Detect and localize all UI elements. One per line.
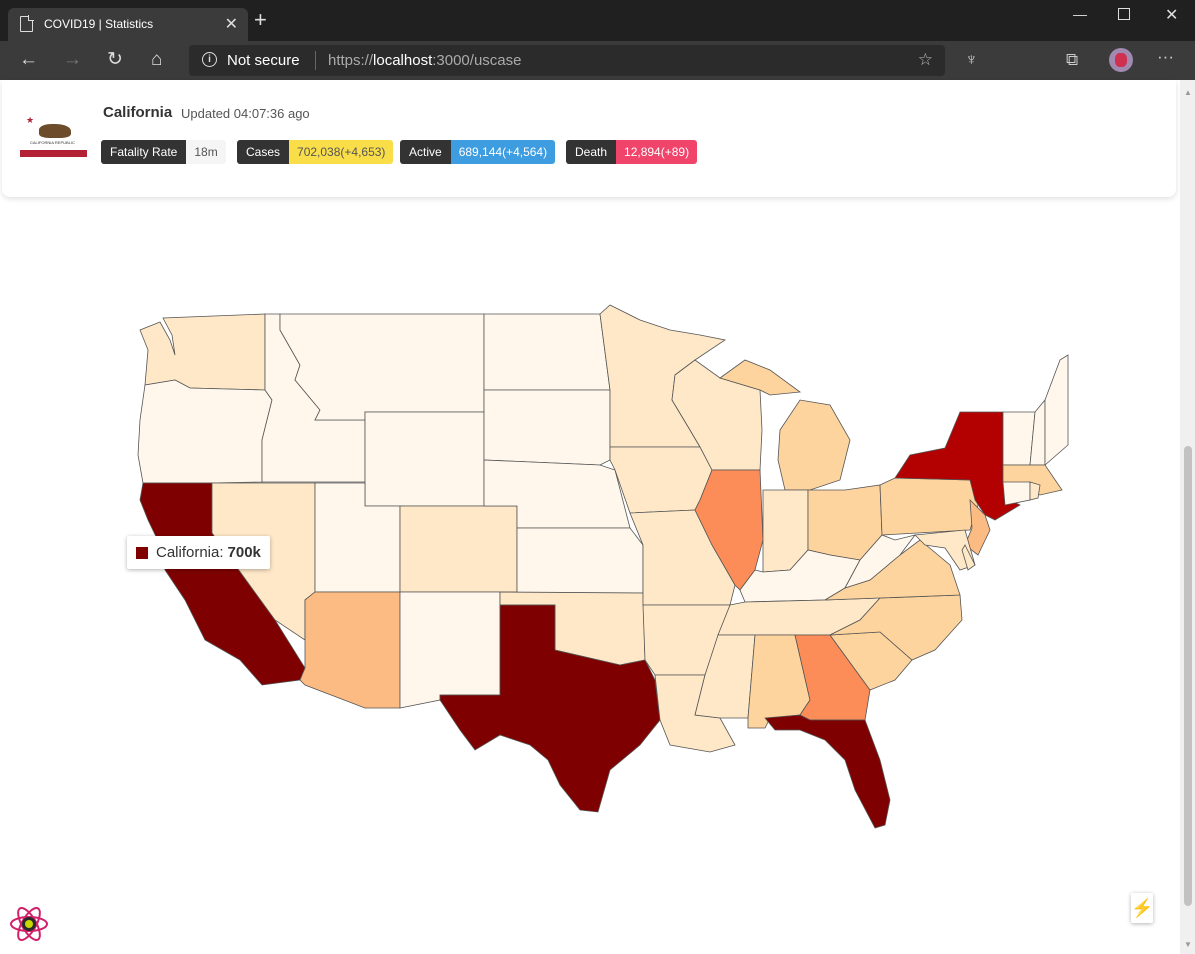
- state-RI[interactable]: [1029, 481, 1041, 501]
- state-AZ[interactable]: [299, 591, 401, 709]
- react-logo-icon[interactable]: [8, 903, 50, 945]
- tooltip-value: 700k: [227, 544, 261, 561]
- scrollbar-thumb[interactable]: [1184, 446, 1192, 906]
- state-SD[interactable]: [483, 389, 611, 466]
- state-CO[interactable]: [399, 505, 518, 593]
- tooltip-swatch: [136, 546, 148, 559]
- scrollbar[interactable]: ▲ ▼: [1180, 80, 1195, 954]
- us-map: [137, 304, 1069, 829]
- state-CT[interactable]: [1002, 481, 1031, 506]
- state-VT[interactable]: [1002, 411, 1036, 466]
- state-WA[interactable]: [139, 313, 266, 391]
- state-ME[interactable]: [1044, 354, 1069, 466]
- scroll-down-icon[interactable]: ▼: [1184, 940, 1192, 949]
- tooltip-label: California:: [156, 544, 224, 561]
- state-KS[interactable]: [516, 527, 644, 594]
- scroll-up-icon[interactable]: ▲: [1184, 88, 1192, 97]
- state-ND[interactable]: [483, 313, 611, 391]
- lightning-icon[interactable]: ⚡: [1131, 893, 1153, 923]
- state-WY[interactable]: [364, 411, 485, 507]
- state-FL[interactable]: [764, 714, 891, 829]
- state-IA[interactable]: [609, 446, 713, 514]
- state-OR[interactable]: [137, 379, 273, 484]
- map-tooltip: California: 700k: [127, 536, 270, 569]
- state-PA[interactable]: [879, 477, 979, 536]
- state-NM[interactable]: [399, 591, 501, 709]
